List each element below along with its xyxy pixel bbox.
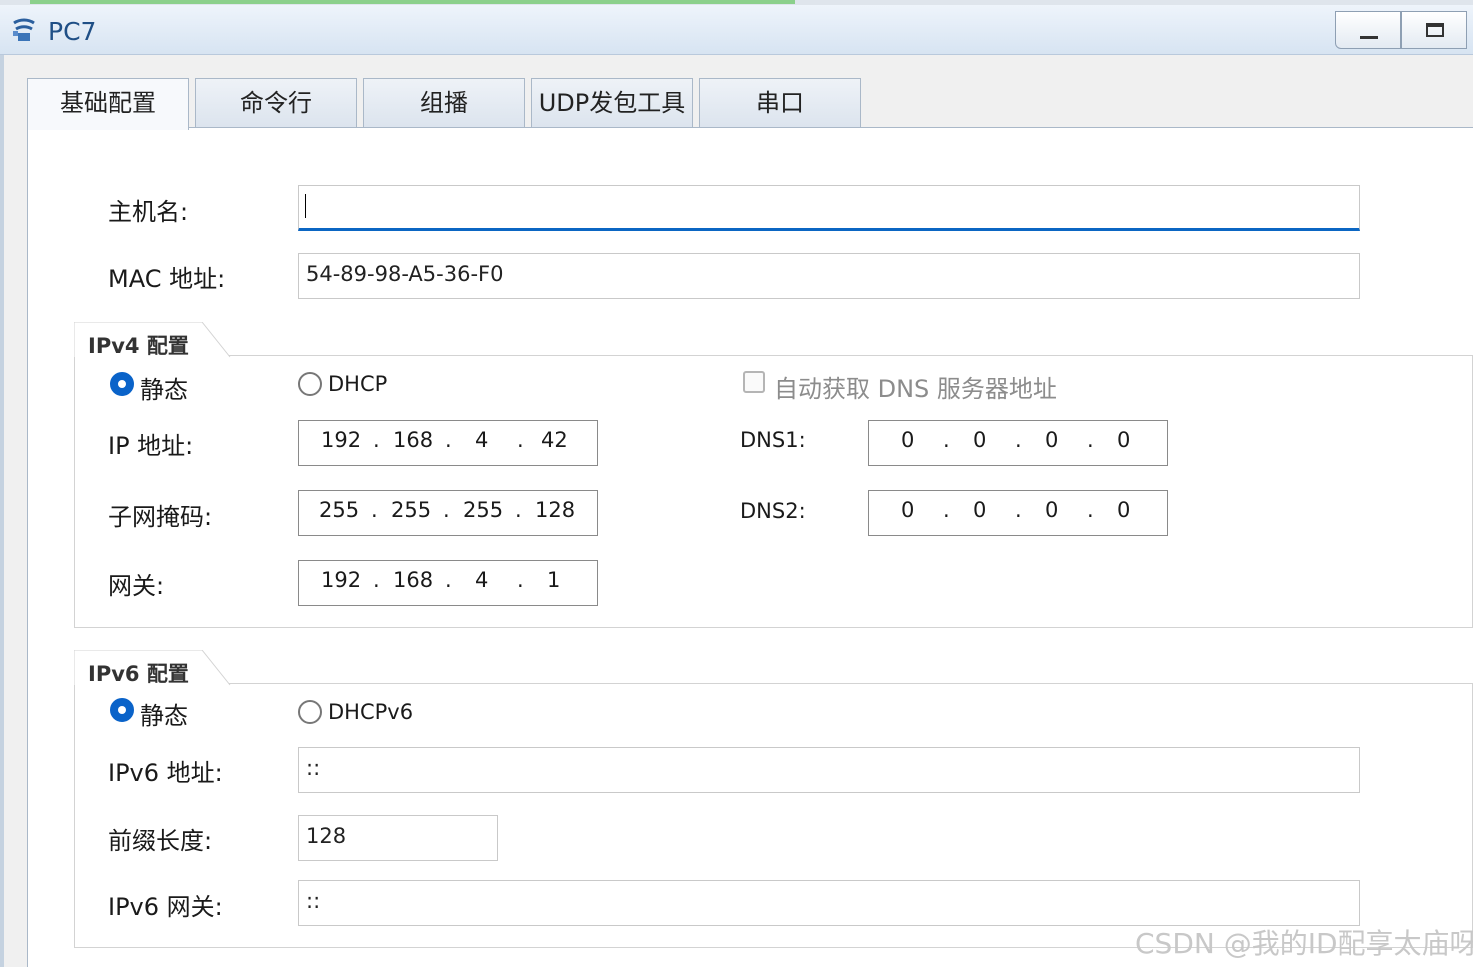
auto-dns-checkbox[interactable] — [743, 371, 765, 393]
tab-serial-port[interactable]: 串口 — [699, 78, 861, 128]
dns1-label: DNS1: — [740, 428, 806, 452]
tab-multicast[interactable]: 组播 — [363, 78, 525, 128]
ip-address-label: IP 地址: — [108, 432, 194, 460]
prefix-length-field[interactable]: 128 — [298, 815, 498, 861]
hostname-input[interactable] — [298, 185, 1360, 231]
title-bar: PC7 — [0, 5, 1473, 55]
mac-label: MAC 地址: — [108, 265, 226, 293]
ip-octet-4: 42 — [541, 428, 568, 452]
ipv6-gateway-field[interactable]: :: — [298, 880, 1360, 926]
pc-app-icon — [13, 18, 35, 41]
text-caret — [305, 194, 306, 218]
ipv4-dhcp-radio[interactable] — [298, 372, 322, 396]
auto-dns-label: 自动获取 DNS 服务器地址 — [774, 375, 1057, 403]
ipv6-dhcp-radio[interactable] — [298, 700, 322, 724]
ipv6-address-field[interactable]: :: — [298, 747, 1360, 793]
tab-command-line[interactable]: 命令行 — [195, 78, 357, 128]
dns2-octet-3: 0 — [1045, 498, 1059, 522]
dns2-octet-1: 0 — [901, 498, 915, 522]
maximize-button[interactable] — [1401, 11, 1467, 49]
dns1-field[interactable]: 0 . 0 . 0 . 0 — [868, 420, 1168, 466]
ipv4-group-title: IPv4 配置 — [84, 330, 193, 360]
ipv6-gateway-label: IPv6 网关: — [108, 893, 223, 921]
prefix-length-label: 前缀长度: — [108, 827, 213, 855]
ipv4-static-radio[interactable] — [110, 372, 134, 396]
dns2-octet-2: 0 — [973, 498, 987, 522]
ipv6-address-label: IPv6 地址: — [108, 759, 223, 787]
ip-octet-2: 168 — [393, 428, 434, 452]
tab-udp-tool[interactable]: UDP发包工具 — [531, 78, 693, 128]
dns2-octet-4: 0 — [1117, 498, 1131, 522]
dns1-octet-2: 0 — [973, 428, 987, 452]
tab-basic-config[interactable]: 基础配置 — [27, 78, 189, 130]
watermark-text: CSDN @我的ID配享太庙呀 — [1135, 927, 1473, 960]
mask-octet-2: 255 — [391, 498, 432, 522]
gateway-octet-1: 192 — [321, 568, 362, 592]
dns1-octet-3: 0 — [1045, 428, 1059, 452]
minimize-icon — [1360, 36, 1378, 39]
ip-octet-3: 4 — [475, 428, 489, 452]
gateway-field[interactable]: 192 . 168 . 4 . 1 — [298, 560, 598, 606]
gateway-label: 网关: — [108, 572, 165, 600]
dns1-octet-4: 0 — [1117, 428, 1131, 452]
ipv6-group-title: IPv6 配置 — [84, 658, 193, 688]
ip-address-field[interactable]: 192 . 168 . 4 . 42 — [298, 420, 598, 466]
ipv6-static-label: 静态 — [140, 702, 188, 730]
ip-octet-1: 192 — [321, 428, 362, 452]
minimize-button[interactable] — [1335, 11, 1401, 49]
ipv4-dhcp-label: DHCP — [328, 372, 388, 396]
mask-octet-4: 128 — [535, 498, 576, 522]
ipv4-static-label: 静态 — [140, 376, 188, 404]
top-strip-highlight — [30, 0, 795, 4]
hostname-label: 主机名: — [108, 198, 189, 226]
dns1-octet-1: 0 — [901, 428, 915, 452]
dns2-label: DNS2: — [740, 499, 806, 523]
dns2-field[interactable]: 0 . 0 . 0 . 0 — [868, 490, 1168, 536]
window-left-edge — [0, 55, 4, 967]
ipv6-static-radio[interactable] — [110, 698, 134, 722]
subnet-mask-field[interactable]: 255 . 255 . 255 . 128 — [298, 490, 598, 536]
ipv6-dhcp-label: DHCPv6 — [328, 700, 414, 724]
gateway-octet-3: 4 — [475, 568, 489, 592]
mask-octet-1: 255 — [319, 498, 360, 522]
subnet-mask-label: 子网掩码: — [108, 503, 213, 531]
mask-octet-3: 255 — [463, 498, 504, 522]
gateway-octet-4: 1 — [547, 568, 561, 592]
maximize-icon — [1426, 23, 1444, 37]
gateway-octet-2: 168 — [393, 568, 434, 592]
mac-field[interactable]: 54-89-98-A5-36-F0 — [298, 253, 1360, 299]
window-title: PC7 — [48, 17, 97, 46]
